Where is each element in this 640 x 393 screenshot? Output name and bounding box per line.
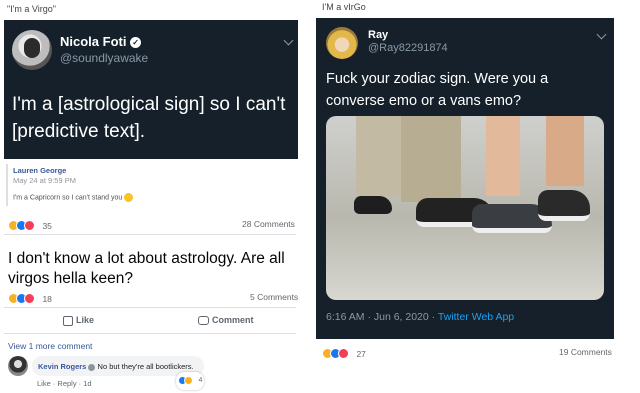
quote-date: May 24 at 9:59 PM bbox=[13, 176, 76, 185]
avatar[interactable] bbox=[12, 30, 52, 70]
right-comments-count[interactable]: 19 Comments bbox=[559, 347, 612, 357]
reply-author[interactable]: Kevin Rogers bbox=[38, 362, 86, 371]
reply-actions[interactable]: Like · Reply · 1d bbox=[37, 379, 92, 388]
khaki-pants-right bbox=[401, 116, 461, 202]
post1-reaction-count: 35 bbox=[42, 220, 52, 231]
reply-reactions[interactable]: 4 bbox=[176, 372, 205, 390]
haha-reaction-icon bbox=[184, 376, 193, 386]
right-reaction-count: 27 bbox=[356, 348, 366, 359]
tweet-photo[interactable] bbox=[326, 116, 604, 300]
tweet-author-name[interactable]: Nicola Foti bbox=[60, 34, 126, 49]
divider bbox=[4, 234, 296, 235]
tweet-text: Fuck your zodiac sign. Were you a conver… bbox=[326, 71, 549, 109]
leg-right bbox=[546, 116, 584, 186]
right-tweet-card: Ray @Ray82291874 Fuck your zodiac sign. … bbox=[316, 18, 614, 339]
left-caption: "I'm a Virgo" bbox=[7, 4, 56, 14]
smile-emoji-icon bbox=[124, 193, 134, 202]
love-reaction-icon bbox=[24, 220, 35, 232]
view-more-comments-link[interactable]: View 1 more comment bbox=[8, 341, 92, 351]
quote-author[interactable]: Lauren George bbox=[13, 166, 66, 175]
verified-icon: ✓ bbox=[130, 37, 142, 49]
post2-comments-count[interactable]: 5 Comments bbox=[250, 292, 298, 302]
tweet-timestamp[interactable]: 6:16 AM · Jun 6, 2020 · bbox=[326, 311, 438, 323]
post2-reactions[interactable]: 18 bbox=[8, 290, 52, 308]
comment-button-label: Comment bbox=[212, 315, 254, 325]
divider bbox=[4, 333, 296, 334]
converse-shoe bbox=[354, 196, 392, 214]
left-tweet-card: Nicola Foti ✓ @soundlyawake I'm a [astro… bbox=[4, 20, 298, 159]
globe-icon bbox=[88, 363, 96, 371]
reply-reaction-count: 4 bbox=[198, 377, 203, 385]
avatar[interactable] bbox=[326, 27, 358, 59]
avatar[interactable] bbox=[8, 356, 28, 376]
love-reaction-icon bbox=[338, 348, 349, 360]
love-reaction-icon bbox=[24, 293, 35, 305]
tweet-source-link[interactable]: Twitter Web App bbox=[438, 311, 514, 323]
divider bbox=[4, 307, 296, 308]
post2-text: I don't know a lot about astrology. Are … bbox=[8, 250, 285, 287]
like-button-label: Like bbox=[76, 315, 95, 325]
post2-reaction-count: 18 bbox=[42, 293, 52, 304]
comment-button[interactable]: Comment bbox=[198, 315, 254, 326]
thumbs-up-icon bbox=[63, 315, 73, 326]
right-reactions[interactable]: 27 bbox=[322, 345, 366, 363]
leg-left bbox=[486, 116, 520, 196]
right-caption: I'M a vIrGo bbox=[322, 2, 366, 12]
reply-text: No but they're all bootlickers. bbox=[97, 362, 194, 371]
speech-bubble-icon bbox=[198, 316, 209, 326]
vans-shoe bbox=[538, 190, 590, 221]
quote-text: I'm a Capricorn so I can't stand you bbox=[13, 194, 123, 202]
quote-bar bbox=[6, 164, 8, 206]
post1-reactions[interactable]: 35 bbox=[8, 217, 52, 235]
like-button[interactable]: Like bbox=[63, 315, 94, 326]
post1-comments-count[interactable]: 28 Comments bbox=[242, 219, 295, 229]
tweet-author-name[interactable]: Ray bbox=[368, 29, 388, 41]
chevron-down-icon[interactable] bbox=[596, 29, 607, 40]
tweet-author-handle[interactable]: @Ray82291874 bbox=[368, 42, 448, 54]
tweet-text: I'm a [astrological sign] so I can't [pr… bbox=[12, 94, 286, 142]
chevron-down-icon[interactable] bbox=[283, 35, 294, 46]
tweet-author-handle[interactable]: @soundlyawake bbox=[60, 51, 148, 65]
